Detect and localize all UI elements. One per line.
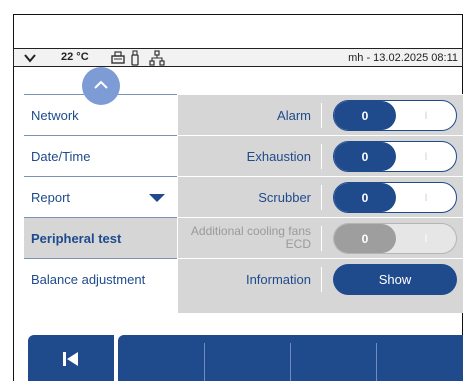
softkey-bar <box>118 335 463 381</box>
menu-item-label: Balance adjustment <box>31 271 146 287</box>
exhaustion-toggle[interactable]: 0 I <box>333 141 457 172</box>
toggle-on-state: 0 <box>334 224 396 253</box>
show-information-button[interactable]: Show <box>333 264 457 295</box>
test-row-scrubber: Scrubber 0 I <box>178 176 463 217</box>
user-datetime: mh - 13.02.2025 08:11 <box>348 52 458 64</box>
test-label: Scrubber <box>258 189 311 205</box>
menu-item-label: Peripheral test <box>31 230 122 246</box>
test-row-cooling-fans: Additional cooling fans ECD 0 I <box>178 217 463 258</box>
network-icon <box>149 50 165 66</box>
scrubber-toggle[interactable]: 0 I <box>333 182 457 213</box>
divider <box>321 267 322 292</box>
cooling-fans-toggle: 0 I <box>333 223 457 254</box>
skip-back-icon <box>63 352 78 366</box>
test-row-alarm: Alarm 0 I <box>178 94 463 135</box>
expand-triangle-icon <box>149 194 165 202</box>
softkey-divider <box>376 343 377 381</box>
toggle-on-state: 0 <box>334 142 396 171</box>
menu-item-label: Report <box>31 189 71 205</box>
test-label: Additional cooling fans ECD <box>190 224 311 251</box>
divider <box>321 144 322 169</box>
temperature-readout: 22 °C <box>61 51 89 63</box>
toggle-off-state: I <box>424 191 428 204</box>
test-label: Exhaustion <box>246 148 311 164</box>
printer-icon <box>111 51 125 64</box>
usb-icon <box>131 50 139 66</box>
toggle-on-state: 0 <box>334 101 396 130</box>
divider <box>321 103 322 128</box>
bottom-nav <box>28 335 463 381</box>
menu-item-report[interactable]: Report <box>24 176 177 217</box>
test-label: Information <box>245 271 311 287</box>
test-row-information: Information Show <box>178 258 463 299</box>
peripheral-test-panel: Alarm 0 I Exhaustion 0 I Scrubber 0 I Ad… <box>178 94 463 313</box>
chevron-down-icon[interactable] <box>22 50 38 66</box>
menu-item-peripheral-test[interactable]: Peripheral test <box>24 217 177 258</box>
chevron-up-icon <box>94 80 108 89</box>
test-row-exhaustion: Exhaustion 0 I <box>178 135 463 176</box>
softkey-divider <box>290 343 291 381</box>
toggle-off-state: I <box>424 150 428 163</box>
status-bar: 22 °C mh - 13.02.2025 08:11 <box>13 48 463 67</box>
menu-item-balance-adjustment[interactable]: Balance adjustment <box>24 258 177 299</box>
menu-item-label: Network <box>31 107 79 123</box>
menu-item-label: Date/Time <box>31 148 91 164</box>
divider <box>321 185 322 210</box>
alarm-toggle[interactable]: 0 I <box>333 100 457 131</box>
menu-item-date-time[interactable]: Date/Time <box>24 135 177 176</box>
toggle-off-state: I <box>424 109 428 122</box>
toggle-off-state: I <box>424 232 428 245</box>
softkey-divider <box>204 343 205 381</box>
divider <box>321 226 322 251</box>
test-label: Alarm <box>277 107 311 123</box>
back-button[interactable] <box>28 335 114 381</box>
toggle-on-state: 0 <box>334 183 396 212</box>
collapse-up-button[interactable] <box>82 67 120 105</box>
